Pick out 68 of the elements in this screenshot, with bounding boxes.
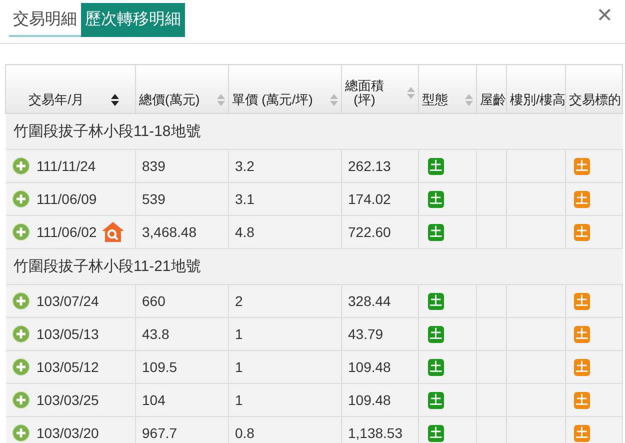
column-header[interactable]: 總價(萬元) — [139, 93, 200, 107]
table-cell: 3.1 — [235, 191, 254, 207]
table-cell: 3,468.48 — [142, 224, 196, 240]
column-header: 交易標的 — [569, 93, 621, 107]
table-cell: 839 — [142, 158, 166, 174]
house-search-icon[interactable] — [102, 222, 124, 242]
table-cell: 109.5 — [142, 359, 178, 375]
land-type-badge: 土 — [428, 359, 444, 376]
land-type-badge: 土 — [428, 392, 444, 409]
land-target-badge: 土 — [574, 293, 590, 310]
date-text: 103/05/13 — [36, 326, 99, 342]
expand-icon[interactable] — [12, 223, 30, 241]
group-title: 竹圍段拔子林小段11-21地號 — [14, 258, 201, 275]
expand-icon[interactable] — [12, 190, 30, 208]
column-header[interactable]: 交易年/月 — [28, 93, 84, 107]
expand-icon[interactable] — [12, 358, 30, 376]
table-cell: 722.60 — [348, 224, 391, 240]
date-text: 103/03/25 — [36, 392, 99, 408]
table-cell: 967.7 — [142, 425, 178, 441]
table-cell: 0.8 — [235, 425, 254, 441]
table-cell: 262.13 — [348, 158, 391, 174]
date-text: 103/05/12 — [36, 359, 99, 375]
date-text: 103/03/20 — [36, 425, 99, 441]
column-header[interactable]: 型態 — [422, 93, 448, 107]
date-text: 111/06/02 — [36, 224, 97, 240]
land-target-badge: 土 — [574, 425, 590, 442]
table-cell: 43.79 — [348, 326, 384, 342]
land-type-badge: 土 — [428, 191, 444, 208]
land-type-badge: 土 — [428, 293, 444, 310]
column-header: 屋齡 — [480, 93, 506, 107]
expand-icon[interactable] — [12, 157, 30, 175]
table-cell: 104 — [142, 392, 166, 408]
table-cell: 539 — [142, 191, 166, 207]
land-type-badge: 土 — [428, 425, 444, 442]
land-target-badge: 土 — [574, 359, 590, 376]
land-type-badge: 土 — [428, 224, 444, 241]
column-header: 樓別/樓高 — [510, 93, 566, 107]
table-cell: 1,138.53 — [348, 425, 402, 441]
land-type-badge: 土 — [428, 326, 444, 343]
tab[interactable]: 歷次轉移明細 — [81, 3, 185, 37]
expand-icon[interactable] — [12, 325, 30, 343]
table-cell: 3.2 — [235, 158, 254, 174]
expand-icon[interactable] — [12, 292, 30, 310]
sort-icon[interactable] — [111, 94, 120, 106]
table-cell: 660 — [142, 293, 166, 309]
table-cell: 4.8 — [235, 224, 254, 240]
close-button[interactable]: ✕ — [596, 5, 613, 27]
table-cell: 328.44 — [348, 293, 391, 309]
land-target-badge: 土 — [574, 191, 590, 208]
expand-icon[interactable] — [12, 391, 30, 409]
table-cell: 43.8 — [142, 326, 170, 342]
table-cell: 2 — [235, 293, 243, 309]
date-text: 103/07/24 — [36, 293, 99, 309]
table-cell: 109.48 — [348, 392, 391, 408]
table-cell: 1 — [235, 359, 243, 375]
table-cell: 109.48 — [348, 359, 391, 375]
date-text: 111/11/24 — [36, 158, 96, 174]
land-target-badge: 土 — [574, 158, 590, 175]
land-target-badge: 土 — [574, 326, 590, 343]
table-cell: 1 — [235, 392, 243, 408]
land-target-badge: 土 — [574, 224, 590, 241]
group-title: 竹圍段拔子林小段11-18地號 — [14, 123, 201, 140]
land-target-badge: 土 — [574, 392, 590, 409]
expand-icon[interactable] — [12, 424, 30, 442]
date-text: 111/06/09 — [36, 191, 97, 207]
table-cell: 1 — [235, 326, 243, 342]
table-cell: 174.02 — [348, 191, 391, 207]
land-type-badge: 土 — [428, 158, 444, 175]
